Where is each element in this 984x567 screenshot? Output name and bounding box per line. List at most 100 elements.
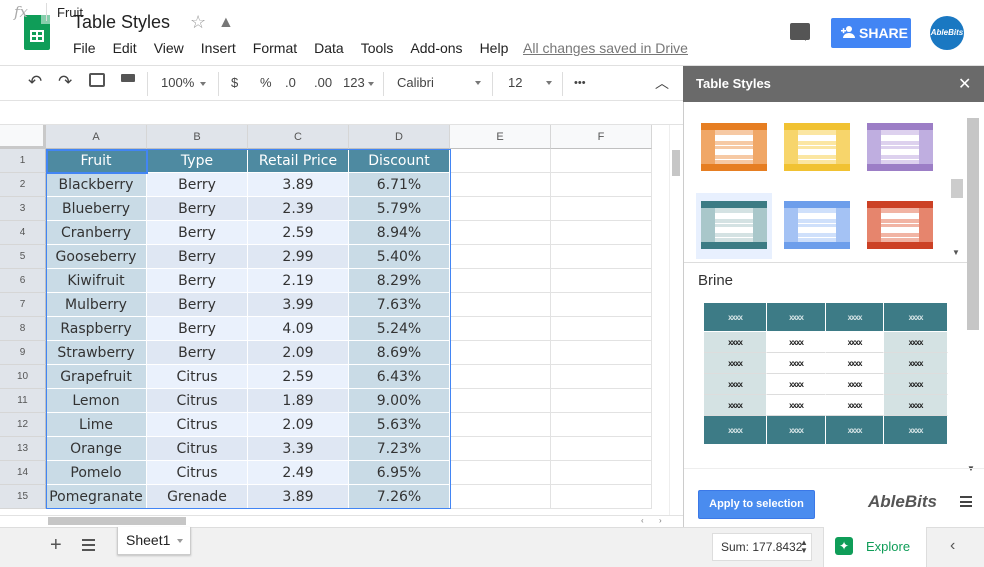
table-cell[interactable]: Berry <box>147 317 248 341</box>
table-cell[interactable]: Berry <box>147 173 248 197</box>
column-header[interactable]: C <box>248 125 349 149</box>
table-cell[interactable]: Cranberry <box>46 221 147 245</box>
table-cell[interactable]: Pomelo <box>46 461 147 485</box>
style-thumbnail-teal[interactable] <box>696 193 772 259</box>
avatar[interactable]: AbleBits <box>930 16 964 50</box>
table-cell[interactable]: Gooseberry <box>46 245 147 269</box>
table-cell[interactable]: 3.89 <box>248 173 349 197</box>
table-cell[interactable]: 2.09 <box>248 413 349 437</box>
table-cell[interactable]: Berry <box>147 341 248 365</box>
table-cell[interactable]: 8.69% <box>349 341 450 365</box>
table-cell[interactable]: 5.24% <box>349 317 450 341</box>
menu-file[interactable]: File <box>73 40 96 58</box>
table-cell[interactable]: 6.43% <box>349 365 450 389</box>
vertical-scrollbar[interactable] <box>669 125 683 515</box>
style-thumbnail-yellow[interactable] <box>779 115 855 181</box>
table-cell[interactable]: 3.99 <box>248 293 349 317</box>
table-cell[interactable] <box>551 173 652 197</box>
table-cell[interactable]: Citrus <box>147 437 248 461</box>
style-thumbnail-orange[interactable] <box>696 115 772 181</box>
row-header[interactable]: 9 <box>0 341 46 365</box>
add-sheet-button[interactable]: + <box>50 534 62 557</box>
table-cell[interactable] <box>551 437 652 461</box>
row-header[interactable]: 6 <box>0 269 46 293</box>
table-cell[interactable]: Berry <box>147 221 248 245</box>
table-cell[interactable] <box>551 485 652 509</box>
menu-add-ons[interactable]: Add-ons <box>410 40 462 58</box>
document-title[interactable]: Table Styles <box>73 12 170 33</box>
table-cell[interactable]: 7.26% <box>349 485 450 509</box>
table-cell[interactable]: 5.63% <box>349 413 450 437</box>
table-cell[interactable] <box>450 269 551 293</box>
table-cell[interactable]: 5.40% <box>349 245 450 269</box>
table-cell[interactable] <box>450 341 551 365</box>
redo-icon[interactable]: ↷ <box>58 72 72 92</box>
menu-insert[interactable]: Insert <box>201 40 236 58</box>
sum-toggle-icon[interactable]: ▲ ▼ <box>800 539 808 555</box>
decrease-decimal-button[interactable]: .0 <box>285 75 296 90</box>
gallery-scroll-thumb[interactable] <box>951 179 963 198</box>
menu-edit[interactable]: Edit <box>113 40 137 58</box>
formula-input[interactable]: Fruit <box>57 5 83 20</box>
number-format-select[interactable]: 123 <box>343 75 374 90</box>
table-cell[interactable]: 5.79% <box>349 197 450 221</box>
table-cell[interactable]: Citrus <box>147 365 248 389</box>
menu-icon[interactable] <box>960 496 972 507</box>
menu-format[interactable]: Format <box>253 40 297 58</box>
save-status-link[interactable]: All changes saved in Drive <box>523 40 688 56</box>
table-cell[interactable] <box>450 437 551 461</box>
menu-tools[interactable]: Tools <box>361 40 394 58</box>
header-cell[interactable] <box>450 149 551 173</box>
table-cell[interactable] <box>551 245 652 269</box>
header-cell[interactable]: Type <box>147 149 248 173</box>
table-cell[interactable]: Berry <box>147 197 248 221</box>
table-cell[interactable] <box>450 317 551 341</box>
table-cell[interactable] <box>450 197 551 221</box>
row-header[interactable]: 2 <box>0 173 46 197</box>
table-cell[interactable]: 2.59 <box>248 365 349 389</box>
row-header[interactable]: 8 <box>0 317 46 341</box>
header-cell[interactable]: Retail Price <box>248 149 349 173</box>
table-cell[interactable]: 2.99 <box>248 245 349 269</box>
sidebar-scroll-thumb[interactable] <box>967 118 979 330</box>
scroll-right-icon[interactable]: › <box>659 516 662 525</box>
table-cell[interactable]: Orange <box>46 437 147 461</box>
table-cell[interactable]: 2.59 <box>248 221 349 245</box>
all-sheets-icon[interactable] <box>82 539 95 551</box>
table-cell[interactable]: 7.63% <box>349 293 450 317</box>
table-cell[interactable]: Berry <box>147 293 248 317</box>
currency-format-button[interactable]: $ <box>231 75 238 90</box>
menu-view[interactable]: View <box>154 40 184 58</box>
table-cell[interactable]: 3.89 <box>248 485 349 509</box>
increase-decimal-button[interactable]: .00 <box>314 75 332 90</box>
row-header[interactable]: 10 <box>0 365 46 389</box>
style-thumbnail-blue[interactable] <box>779 193 855 259</box>
table-cell[interactable] <box>450 173 551 197</box>
table-cell[interactable]: 2.09 <box>248 341 349 365</box>
zoom-select[interactable]: 100% <box>161 75 207 90</box>
column-header[interactable]: B <box>147 125 248 149</box>
table-cell[interactable]: Kiwifruit <box>46 269 147 293</box>
table-cell[interactable] <box>450 245 551 269</box>
row-header[interactable]: 5 <box>0 245 46 269</box>
table-cell[interactable]: Strawberry <box>46 341 147 365</box>
table-cell[interactable]: Berry <box>147 269 248 293</box>
comments-icon[interactable] <box>790 23 810 41</box>
style-thumbnail-purple[interactable] <box>862 115 938 181</box>
menu-help[interactable]: Help <box>480 40 509 58</box>
share-button[interactable]: SHARE <box>831 18 911 48</box>
chevron-left-icon[interactable]: ‹ <box>950 537 955 555</box>
table-cell[interactable] <box>551 317 652 341</box>
star-icon[interactable]: ☆ <box>190 12 206 33</box>
table-cell[interactable]: Berry <box>147 245 248 269</box>
sheet-tab[interactable]: Sheet1 <box>117 527 191 555</box>
table-cell[interactable]: 3.39 <box>248 437 349 461</box>
table-cell[interactable]: 9.00% <box>349 389 450 413</box>
row-header[interactable]: 11 <box>0 389 46 413</box>
font-select[interactable]: Calibri <box>397 75 481 90</box>
percent-format-button[interactable]: % <box>260 75 272 90</box>
print-icon[interactable] <box>89 73 105 87</box>
table-cell[interactable] <box>450 461 551 485</box>
row-header[interactable]: 15 <box>0 485 46 509</box>
table-cell[interactable]: Lime <box>46 413 147 437</box>
